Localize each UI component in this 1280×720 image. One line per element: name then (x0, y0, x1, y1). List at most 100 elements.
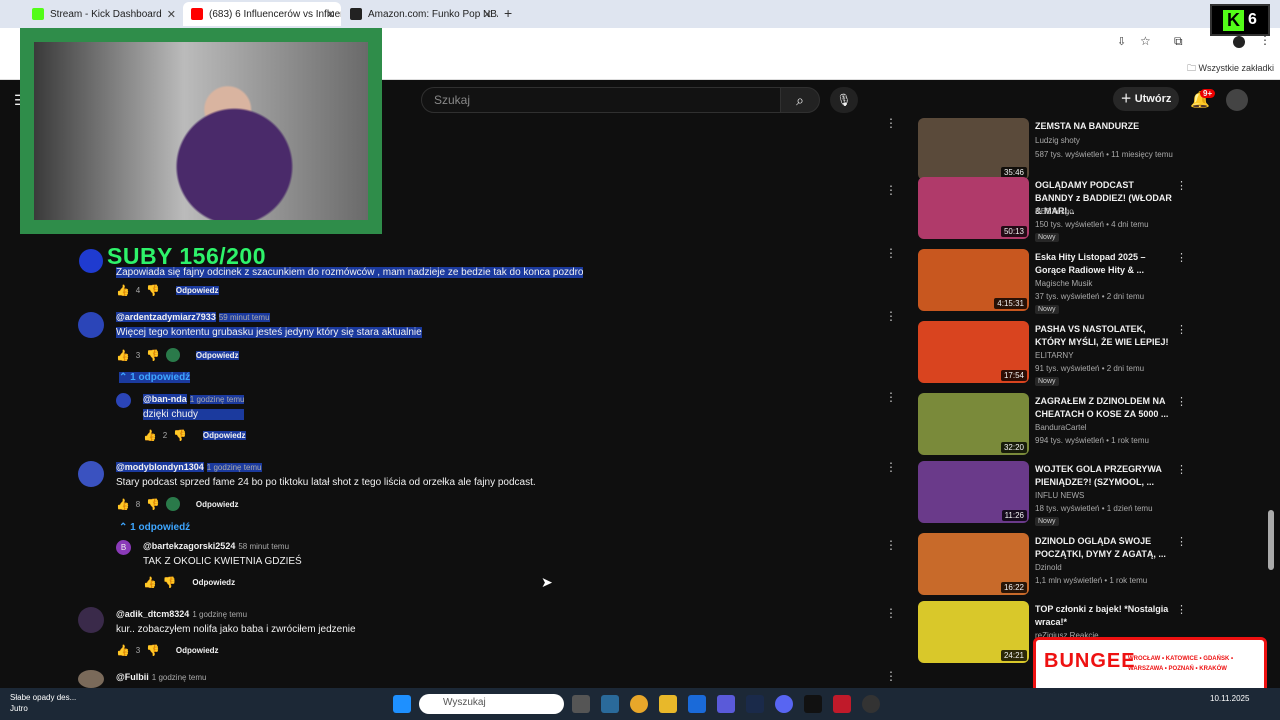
dislike-icon[interactable]: 👎 (146, 498, 160, 511)
comment-author[interactable]: @modyblondyn1304 (116, 462, 204, 472)
more-options-icon[interactable]: ⋮ (885, 390, 897, 404)
video-channel[interactable]: ELITARNY (1035, 351, 1074, 360)
more-options-icon[interactable]: ⋮ (885, 246, 897, 260)
comment-author[interactable]: @ardentzadymiarz7933 (116, 312, 216, 322)
like-icon[interactable]: 👍 (143, 576, 157, 589)
sidebar-video[interactable]: 16:22 DZINOLD OGLĄDA SWOJE POCZĄTKI, DYM… (918, 533, 1188, 597)
sidebar-video[interactable]: 11:26 WOJTEK GOLA PRZEGRYWA PIENIĄDZE?! … (918, 461, 1188, 526)
more-options-icon[interactable]: ⋮ (885, 606, 897, 620)
dislike-icon[interactable]: 👎 (146, 644, 160, 657)
close-icon[interactable]: ✕ (483, 8, 492, 21)
sidebar-video[interactable]: 32:20 ZAGRAŁEM Z DZINOLDEM NA CHEATACH O… (918, 393, 1188, 457)
toggle-replies-button[interactable]: ⌃ 1 odpowiedź (119, 522, 190, 533)
like-icon[interactable]: 👍 (116, 644, 130, 657)
comment-author[interactable]: @Fulbii (116, 672, 149, 682)
discord-icon[interactable] (775, 695, 793, 713)
account-avatar[interactable] (1226, 89, 1248, 111)
more-options-icon[interactable]: ⋮ (1176, 535, 1187, 548)
taskbar-search[interactable]: Wyszukaj (419, 694, 564, 714)
comment-time[interactable]: 1 godzinę temu (189, 395, 245, 404)
all-bookmarks-link[interactable]: 🗀 Wszystkie zakładki (1187, 61, 1274, 77)
profile-icon[interactable] (1233, 36, 1245, 48)
dislike-icon[interactable]: 👎 (146, 349, 160, 362)
new-tab-icon[interactable]: + (504, 5, 512, 21)
video-title[interactable]: ZAGRAŁEM Z DZINOLDEM NA CHEATACH O KOSE … (1035, 395, 1173, 421)
avatar[interactable] (78, 312, 104, 338)
mic-button[interactable]: 🎙 (830, 87, 858, 113)
reply-button[interactable]: Odpowiedz (175, 286, 219, 295)
video-channel[interactable]: BanduraCartel (1035, 423, 1087, 432)
app-icon[interactable] (833, 695, 851, 713)
toggle-replies-button[interactable]: ⌃ 1 odpowiedź (119, 372, 191, 383)
avatar[interactable] (78, 670, 104, 688)
tab-amazon[interactable]: Amazon.com: Funko Pop NBA: ✕ (342, 2, 498, 26)
dislike-icon[interactable]: 👎 (173, 429, 187, 442)
avatar[interactable] (78, 461, 104, 487)
more-options-icon[interactable]: ⋮ (1176, 395, 1187, 408)
reply-button[interactable]: Odpowiedz (202, 431, 246, 440)
outlook-icon[interactable] (688, 695, 706, 713)
like-icon[interactable]: 👍 (116, 349, 130, 362)
scrollbar[interactable] (1268, 510, 1274, 570)
comment-author[interactable]: @adik_dtcm8324 (116, 609, 189, 619)
app-icon[interactable] (862, 695, 880, 713)
reply-button[interactable]: Odpowiedz (195, 350, 239, 360)
close-icon[interactable]: ✕ (326, 8, 335, 21)
file-explorer-icon[interactable] (659, 695, 677, 713)
more-options-icon[interactable]: ⋮ (1176, 323, 1187, 336)
avatar[interactable] (78, 607, 104, 633)
more-options-icon[interactable]: ⋮ (885, 538, 897, 552)
search-input[interactable]: Szukaj (421, 87, 781, 113)
video-channel[interactable]: INFLU NEWS (1035, 491, 1084, 500)
video-title[interactable]: PASHA VS NASTOLATEK, KTÓRY MYŚLI, ŻE WIE… (1035, 323, 1173, 349)
tab-youtube-video[interactable]: (683) 6 Influencerów vs Influenc ✕ (183, 2, 341, 26)
weather-widget[interactable]: Słabe opady des... Jutro (10, 692, 76, 714)
more-options-icon[interactable]: ⋮ (885, 183, 897, 197)
close-icon[interactable]: ✕ (167, 8, 176, 21)
reply-button[interactable]: Odpowiedz (192, 578, 235, 587)
comment-author[interactable]: @ban-nda (143, 394, 187, 404)
video-channel[interactable]: NEEXcsgo (1035, 207, 1074, 216)
comment-time[interactable]: 1 godzinę temu (206, 463, 262, 472)
task-view-icon[interactable] (572, 695, 590, 713)
video-channel[interactable]: Magische Musik (1035, 279, 1092, 288)
video-title[interactable]: DZINOLD OGLĄDA SWOJE POCZĄTKI, DYMY Z AG… (1035, 535, 1173, 561)
more-options-icon[interactable]: ⋮ (1176, 603, 1187, 616)
app-icon[interactable] (804, 695, 822, 713)
taskbar-clock[interactable]: 10.11.2025 (1210, 694, 1249, 703)
search-button[interactable]: ⌕ (780, 87, 820, 113)
video-title[interactable]: WOJTEK GOLA PRZEGRYWA PIENIĄDZE?! (SZYMO… (1035, 463, 1173, 489)
chrome-icon[interactable] (630, 695, 648, 713)
create-button[interactable]: ＋ Utwórz (1113, 87, 1179, 111)
dislike-icon[interactable]: 👎 (146, 284, 160, 297)
install-icon[interactable]: ⇩ (1117, 35, 1126, 48)
more-options-icon[interactable]: ⋮ (885, 669, 897, 683)
sidebar-video[interactable]: 17:54 PASHA VS NASTOLATEK, KTÓRY MYŚLI, … (918, 321, 1188, 386)
avatar[interactable] (116, 393, 131, 408)
avatar[interactable] (79, 249, 103, 273)
reply-button[interactable]: Odpowiedz (176, 646, 219, 655)
like-icon[interactable]: 👍 (143, 429, 157, 442)
more-options-icon[interactable]: ⋮ (885, 460, 897, 474)
reply-button[interactable]: Odpowiedz (196, 500, 239, 509)
comment-time[interactable]: 1 godzinę temu (152, 673, 207, 682)
sidebar-video[interactable]: 4:15:31 Eska Hity Listopad 2025 – Gorące… (918, 249, 1188, 314)
video-title[interactable]: Eska Hity Listopad 2025 – Gorące Radiowe… (1035, 251, 1173, 277)
avatar[interactable]: B (116, 540, 131, 555)
comment-time[interactable]: 58 minut temu (238, 542, 289, 551)
star-icon[interactable]: ☆ (1140, 34, 1151, 48)
comment-author[interactable]: @bartekzagorski2524 (143, 541, 235, 551)
more-options-icon[interactable]: ⋮ (1176, 179, 1187, 192)
sidebar-video[interactable]: 50:13 OGLĄDAMY PODCAST BANNDY z BADDIEZ!… (918, 177, 1188, 242)
video-channel[interactable]: Ludzig shoty (1035, 136, 1080, 145)
more-options-icon[interactable]: ⋮ (1176, 463, 1187, 476)
tab-kick-dashboard[interactable]: Stream - Kick Dashboard ✕ (24, 2, 182, 26)
extensions-icon[interactable]: ⧉ (1174, 34, 1183, 49)
more-options-icon[interactable]: ⋮ (885, 309, 897, 323)
video-title[interactable]: TOP członki z bajek! *Nostalgia wraca!* (1035, 603, 1173, 629)
teams-icon[interactable] (717, 695, 735, 713)
comment-time[interactable]: 1 godzinę temu (192, 610, 247, 619)
dislike-icon[interactable]: 👎 (163, 576, 177, 589)
video-title[interactable]: ZEMSTA NA BANDURZE (1035, 120, 1173, 133)
comment-time[interactable]: 59 minut temu (218, 313, 270, 322)
